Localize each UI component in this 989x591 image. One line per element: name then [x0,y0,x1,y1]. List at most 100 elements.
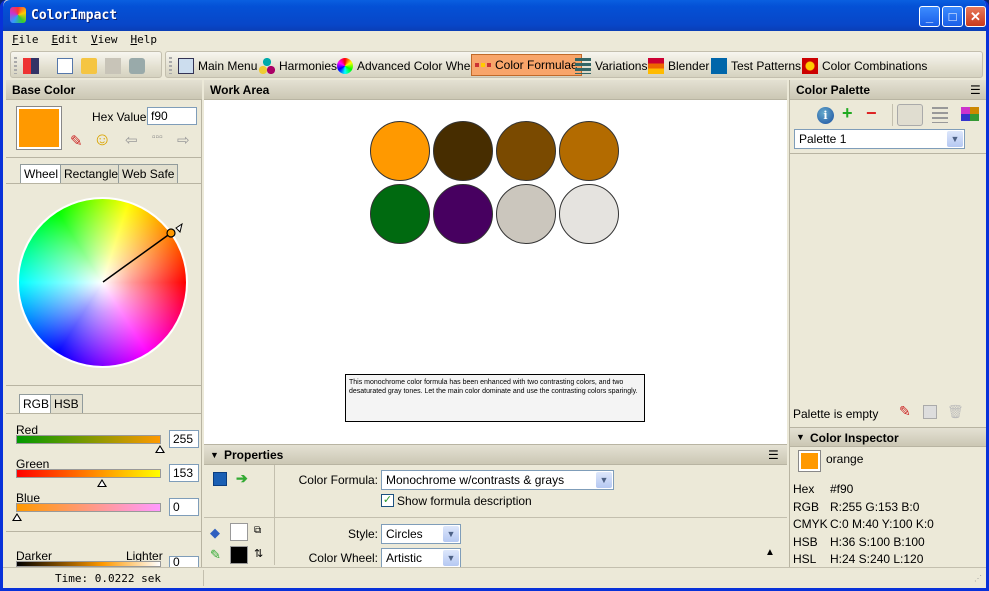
green-slider[interactable] [16,469,161,478]
palette-options-icon[interactable]: ☰ [970,83,981,97]
color-swatch-circle[interactable] [433,121,493,181]
tool-test-patterns[interactable]: Test Patterns [711,56,801,75]
eyedropper-icon[interactable]: ✎ [70,132,83,150]
color-inspector-header[interactable]: Color Inspector [790,427,986,447]
maximize-button[interactable]: □ [942,6,963,27]
base-color-panel: Base Color Hex Value: ✎ ☺ ⇦ ▫▫▫ ⇨ Wheel … [6,80,202,568]
blue-slider[interactable] [16,503,161,512]
color-swatch-circle[interactable] [370,121,430,181]
base-color-swatch[interactable] [16,106,62,150]
swap-colors-icon[interactable]: ⇅ [254,547,263,560]
wheel-indicator[interactable] [6,190,202,380]
tool-color-combinations[interactable]: Color Combinations [802,56,927,75]
red-slider-thumb[interactable] [155,445,165,453]
save-button[interactable] [105,56,121,75]
large-list-view-button[interactable] [897,104,923,126]
inspector-value: #f90 [830,482,854,496]
color-swatch-circle[interactable] [559,121,619,181]
fill-color-swatch[interactable] [230,523,248,541]
color-swatch-circle[interactable] [496,121,556,181]
color-wheel-select[interactable]: Artistic ▼ [381,548,461,568]
print-button[interactable] [129,56,145,75]
properties-panel: Properties ▼ ☰ ➔ Color Formula: Monochro… [204,444,787,568]
green-value-input[interactable] [169,464,199,482]
close-button[interactable]: ✕ [965,6,986,27]
style-select[interactable]: Circles ▼ [381,524,461,544]
arrow-right-icon[interactable]: ⇨ [177,131,190,149]
base-color-header: Base Color [6,80,202,100]
color-palette-header: Color Palette [790,80,986,100]
formula-description: This monochrome color formula has been e… [345,374,645,422]
options-menu-icon[interactable]: ☰ [768,448,779,462]
export-icon[interactable]: ➔ [236,470,248,487]
color-swatch-circle[interactable] [496,184,556,244]
resize-grip-icon[interactable]: ⋰ [974,574,982,583]
tool-blender[interactable]: Blender [648,56,709,75]
arrow-left-icon[interactable]: ⇦ [125,131,138,149]
variations-icon [575,57,591,74]
menu-help[interactable]: Help [122,31,162,46]
tool-main-menu[interactable]: Main Menu [178,56,257,75]
work-area: Work Area This monochrome color formula … [204,80,787,568]
add-icon[interactable]: + [842,103,853,124]
collapse-triangle-icon[interactable]: ▼ [210,450,219,460]
tab-hsb[interactable]: HSB [50,394,83,413]
app-window: ColorImpact _ □ ✕ File Edit View Help Main … [0,0,989,591]
clear-palette-icon[interactable] [923,405,937,419]
color-wheel-label: Color Wheel: [308,551,378,565]
swap-default-icon[interactable]: ⧉ [254,525,261,536]
history-icon[interactable]: ▫▫▫ [152,132,163,143]
hex-value-input[interactable] [147,107,197,125]
palette-empty-text: Palette is empty [793,407,879,421]
palette-select[interactable]: Palette 1 ▼ [794,129,965,149]
eyedropper-icon[interactable]: ✎ [899,403,911,420]
grid-view-button[interactable] [961,107,979,121]
menu-file[interactable]: File [3,31,43,46]
new-button[interactable] [57,56,73,75]
formulae-icon [475,57,491,73]
color-combinations-icon [802,57,818,74]
menu-edit[interactable]: Edit [43,31,83,46]
tool-color-formulae[interactable]: Color Formulae [471,54,582,76]
green-slider-thumb[interactable] [97,479,107,487]
color-swatch-circle[interactable] [370,184,430,244]
collapse-triangle-icon[interactable]: ▼ [796,432,805,442]
color-swatch-circle[interactable] [433,184,493,244]
inspector-row: RGB R:255 G:153 B:0 [793,500,919,514]
color-swatch-circle[interactable] [559,184,619,244]
file-toolbar [10,51,162,78]
red-slider[interactable] [16,435,161,444]
smiley-icon[interactable]: ☺ [93,129,111,150]
exit-button[interactable] [23,56,39,75]
tab-wheel[interactable]: Wheel [20,164,63,184]
toolbar-grip[interactable] [14,57,17,74]
tool-variations[interactable]: Variations [575,56,647,75]
tool-advanced-color-wheel[interactable]: Advanced Color Wheel [337,56,480,75]
blue-slider-thumb[interactable] [12,513,22,521]
tab-rectangle[interactable]: Rectangle [60,164,123,183]
inspector-row: HSB H:36 S:100 B:100 [793,535,925,549]
color-formula-select[interactable]: Monochrome w/contrasts & grays ▼ [381,470,614,490]
tab-rgb[interactable]: RGB [19,394,54,414]
color-palette-panel: Color Palette ☰ i + − Palette 1 ▼ Palette… [789,80,986,567]
collapse-up-icon[interactable]: ▲ [765,547,775,558]
toolbar-grip[interactable] [169,57,172,74]
red-value-input[interactable] [169,430,199,448]
minimize-button[interactable]: _ [919,6,940,27]
inspector-value: R:255 G:153 B:0 [830,499,920,514]
show-description-checkbox[interactable]: ✓ [381,494,394,507]
blue-value-input[interactable] [169,498,199,516]
app-icon [10,7,26,23]
tool-harmonies[interactable]: Harmonies [259,56,337,75]
hex-value-label: Hex Value: [92,110,150,124]
remove-icon[interactable]: − [866,103,877,124]
trash-icon[interactable]: 🗑 [947,404,964,420]
menu-view[interactable]: View [82,31,122,46]
list-view-button[interactable] [932,107,948,123]
save-formula-icon[interactable] [213,472,227,486]
info-icon[interactable]: i [817,107,834,124]
properties-header[interactable]: Properties [204,445,787,465]
tab-web-safe[interactable]: Web Safe [118,164,179,183]
open-button[interactable] [81,56,97,75]
stroke-color-swatch[interactable] [230,546,248,564]
